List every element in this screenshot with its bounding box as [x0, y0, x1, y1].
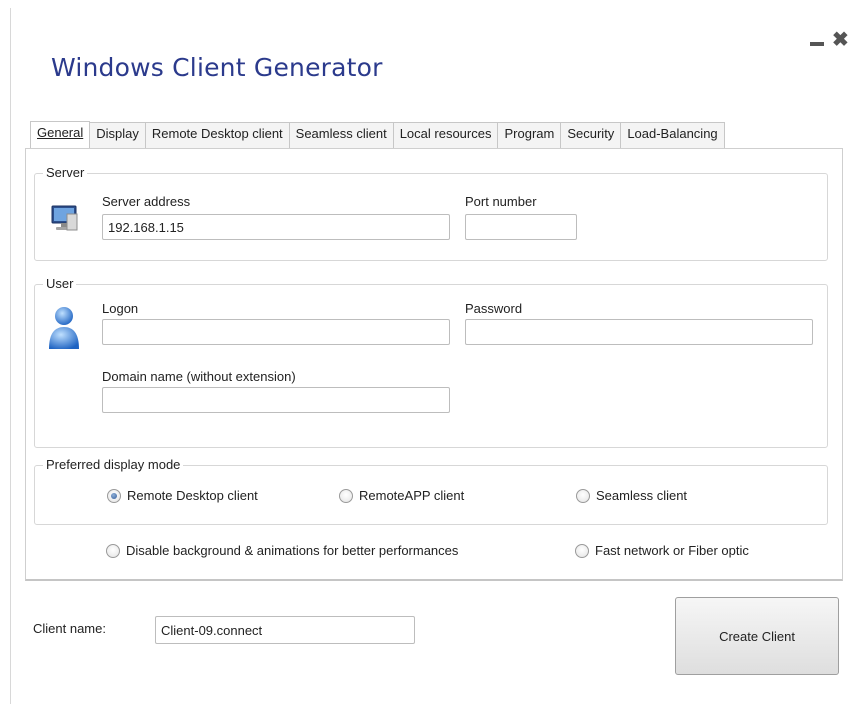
radio-remoteapp-label: RemoteAPP client	[359, 488, 465, 503]
radio-button[interactable]	[339, 488, 353, 503]
create-client-button[interactable]: Create Client	[675, 597, 839, 675]
tab-general[interactable]: General	[30, 121, 91, 148]
port-number-input[interactable]	[465, 214, 577, 240]
option-fast-network[interactable]: Fast network or Fiber optic	[575, 543, 749, 558]
user-group-legend: User	[43, 276, 77, 291]
port-number-label: Port number	[465, 194, 537, 209]
radio-button[interactable]	[575, 543, 589, 558]
user-person-icon	[47, 305, 81, 356]
close-icon[interactable]: ✖	[832, 27, 849, 52]
domain-name-input[interactable]	[102, 387, 450, 413]
tab-bar: General Display Remote Desktop client Se…	[30, 121, 725, 148]
radio-remote-desktop-label: Remote Desktop client	[127, 488, 258, 503]
radio-button[interactable]	[106, 543, 120, 558]
logon-label: Logon	[102, 301, 139, 316]
radio-button-selected[interactable]	[107, 488, 121, 503]
tab-security[interactable]: Security	[560, 122, 622, 148]
radio-seamless-client[interactable]: Seamless client	[576, 488, 687, 503]
disable-background-label: Disable background & animations for bett…	[126, 543, 459, 558]
radio-seamless-label: Seamless client	[596, 488, 688, 503]
tab-load-balancing[interactable]: Load-Balancing	[620, 122, 725, 148]
window-title: Windows Client Generator	[51, 53, 383, 82]
display-mode-group: Preferred display mode Remote Desktop cl…	[34, 457, 828, 525]
tab-seamless-client[interactable]: Seamless client	[288, 122, 394, 148]
fast-network-label: Fast network or Fiber optic	[595, 543, 749, 558]
minimize-icon[interactable]	[810, 42, 824, 46]
radio-remoteapp-client[interactable]: RemoteAPP client	[339, 488, 464, 503]
option-disable-background[interactable]: Disable background & animations for bett…	[106, 543, 458, 558]
tab-remote-desktop-client[interactable]: Remote Desktop client	[144, 122, 290, 148]
tab-local-resources[interactable]: Local resources	[392, 122, 499, 148]
server-group-legend: Server	[43, 165, 88, 180]
computer-monitor-icon	[49, 202, 81, 239]
password-label: Password	[465, 301, 523, 316]
server-group: Server Server address 192.168.1.15 Port …	[34, 165, 828, 261]
server-address-label: Server address	[102, 194, 191, 209]
logon-input[interactable]	[102, 319, 450, 345]
tab-display[interactable]: Display	[89, 122, 146, 148]
radio-remote-desktop-client[interactable]: Remote Desktop client	[107, 488, 258, 503]
domain-name-label: Domain name (without extension)	[102, 369, 296, 384]
general-tab-panel: Server Server address 192.168.1.15 Port …	[25, 148, 843, 581]
client-name-input[interactable]: Client-09.connect	[155, 616, 415, 644]
tab-program[interactable]: Program	[497, 122, 562, 148]
user-group: User Logon Password Domain name (without…	[34, 276, 828, 448]
radio-button[interactable]	[576, 488, 590, 503]
client-name-label: Client name:	[33, 621, 106, 636]
display-mode-legend: Preferred display mode	[43, 457, 184, 472]
server-address-input[interactable]: 192.168.1.15	[102, 214, 450, 240]
password-input[interactable]	[465, 319, 813, 345]
